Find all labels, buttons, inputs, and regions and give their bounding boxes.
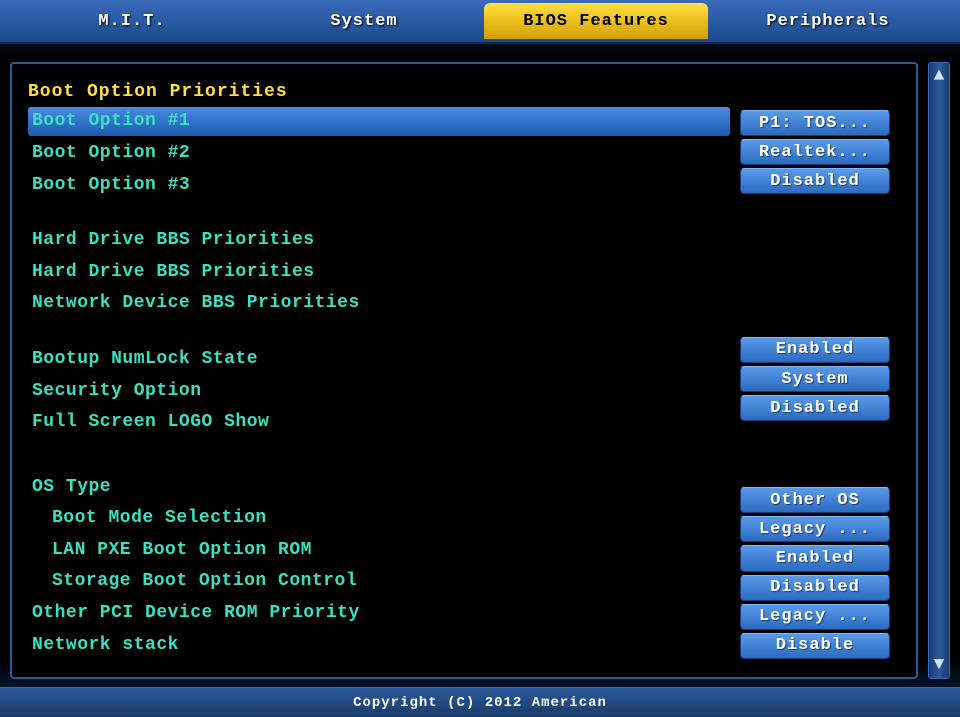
- other-pci-row[interactable]: Other PCI Device ROM Priority: [28, 599, 730, 628]
- lan-pxe-label: LAN PXE Boot Option ROM: [28, 536, 730, 565]
- content-panel: Boot Option Priorities Boot Option #1 Bo…: [10, 62, 918, 679]
- os-type-value[interactable]: Other OS: [740, 487, 890, 513]
- storage-boot-label: Storage Boot Option Control: [28, 567, 730, 596]
- lan-pxe-value[interactable]: Enabled: [740, 545, 890, 571]
- lan-pxe-row[interactable]: LAN PXE Boot Option ROM: [28, 536, 730, 565]
- footer-copyright: Copyright (C) 2012 American: [0, 687, 960, 717]
- fullscreen-logo-value[interactable]: Disabled: [740, 395, 890, 421]
- boot-option-2-row[interactable]: Boot Option #2: [28, 139, 730, 168]
- os-type-label: OS Type: [28, 472, 730, 501]
- boot-option-1-row[interactable]: Boot Option #1: [28, 107, 730, 136]
- tab-system[interactable]: System: [252, 3, 476, 39]
- network-stack-row[interactable]: Network stack: [28, 630, 730, 659]
- boot-option-2-value[interactable]: Realtek...: [740, 139, 890, 165]
- other-pci-label: Other PCI Device ROM Priority: [28, 599, 730, 628]
- numlock-state-label: Bootup NumLock State: [28, 345, 730, 374]
- storage-boot-value[interactable]: Disabled: [740, 575, 890, 601]
- boot-option-1-value[interactable]: P1: TOS...: [740, 110, 890, 136]
- hdd-bbs-label-1: Hard Drive BBS Priorities: [28, 226, 730, 255]
- hdd-bbs-priorities-2[interactable]: Hard Drive BBS Priorities: [28, 257, 730, 286]
- numlock-state-row[interactable]: Bootup NumLock State: [28, 345, 730, 374]
- security-option-label: Security Option: [28, 376, 730, 405]
- security-option-row[interactable]: Security Option: [28, 376, 730, 405]
- trailing-value[interactable]: Disable: [740, 633, 890, 659]
- security-option-value[interactable]: System: [740, 366, 890, 392]
- hdd-bbs-priorities-1[interactable]: Hard Drive BBS Priorities: [28, 226, 730, 255]
- other-pci-value[interactable]: Legacy ...: [740, 604, 890, 630]
- tab-bar: M.I.T. System BIOS Features Peripherals: [0, 0, 960, 44]
- boot-mode-label: Boot Mode Selection: [28, 504, 730, 533]
- hdd-bbs-label-2: Hard Drive BBS Priorities: [28, 257, 730, 286]
- tab-mit[interactable]: M.I.T.: [20, 3, 244, 39]
- os-type-row[interactable]: OS Type: [28, 472, 730, 501]
- tab-bios-features[interactable]: BIOS Features: [484, 3, 708, 39]
- fullscreen-logo-label: Full Screen LOGO Show: [28, 408, 730, 437]
- storage-boot-row[interactable]: Storage Boot Option Control: [28, 567, 730, 596]
- boot-mode-row[interactable]: Boot Mode Selection: [28, 504, 730, 533]
- scroll-up-icon[interactable]: ▲: [934, 67, 945, 85]
- network-stack-label: Network stack: [28, 630, 730, 659]
- scroll-down-icon[interactable]: ▼: [934, 656, 945, 674]
- boot-option-3-value[interactable]: Disabled: [740, 168, 890, 194]
- boot-option-3-label: Boot Option #3: [28, 170, 730, 199]
- network-bbs-priorities[interactable]: Network Device BBS Priorities: [28, 289, 730, 318]
- scrollbar[interactable]: ▲ ▼: [928, 62, 950, 679]
- numlock-value[interactable]: Enabled: [740, 337, 890, 363]
- boot-option-2-label: Boot Option #2: [28, 139, 730, 168]
- network-bbs-label: Network Device BBS Priorities: [28, 289, 730, 318]
- boot-option-3-row[interactable]: Boot Option #3: [28, 170, 730, 199]
- fullscreen-logo-row[interactable]: Full Screen LOGO Show: [28, 408, 730, 437]
- section-boot-priorities: Boot Option Priorities: [28, 82, 730, 102]
- tab-peripherals[interactable]: Peripherals: [716, 3, 940, 39]
- boot-mode-value[interactable]: Legacy ...: [740, 516, 890, 542]
- boot-option-1-label: Boot Option #1: [28, 107, 730, 136]
